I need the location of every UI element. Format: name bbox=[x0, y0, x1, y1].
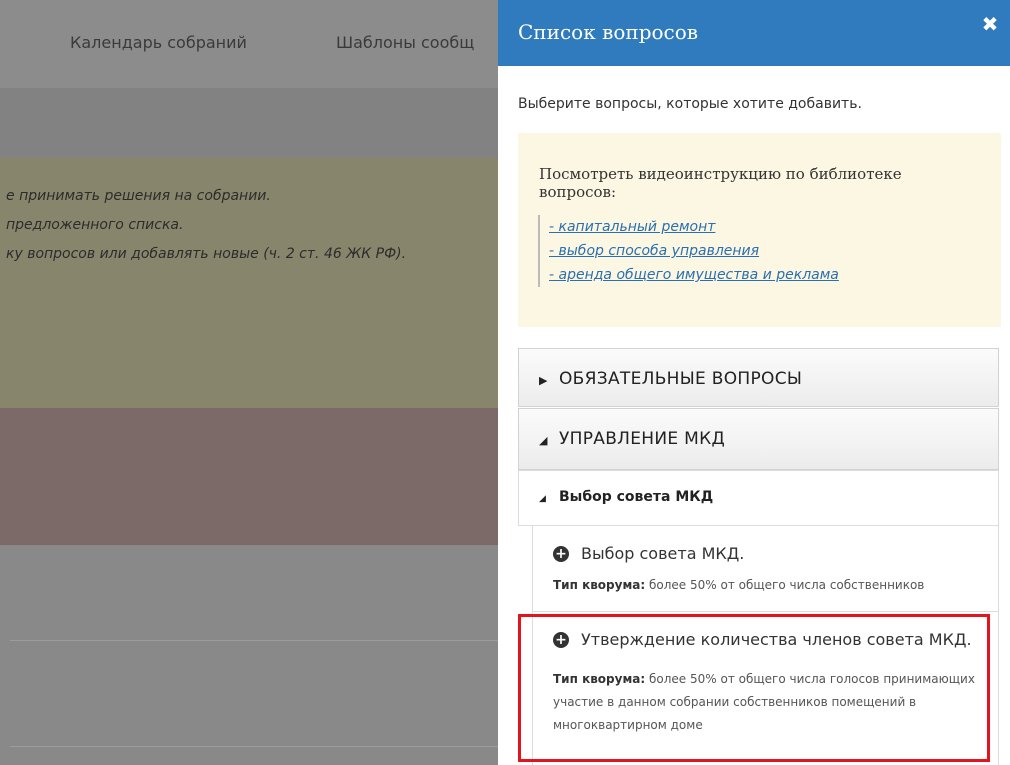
accordion-label: ▶ ОБЯЗАТЕЛЬНЫЕ ВОПРОСЫ bbox=[539, 369, 802, 389]
caret-right-icon: ▶ bbox=[539, 374, 548, 387]
accordion-mandatory-questions[interactable]: ▶ ОБЯЗАТЕЛЬНЫЕ ВОПРОСЫ bbox=[518, 348, 999, 407]
subaccordion-label: ◢ Выбор совета МКД bbox=[539, 489, 713, 505]
subaccordion-label-text: Выбор совета МКД bbox=[559, 489, 714, 505]
highlight-frame bbox=[518, 614, 990, 762]
subaccordion-council-selection[interactable]: ◢ Выбор совета МКД bbox=[518, 470, 999, 526]
quorum-label: Тип кворума: bbox=[553, 578, 646, 592]
question-item: + Выбор совета МКД. Тип кворума: более 50… bbox=[532, 526, 999, 612]
video-instructions-title: Посмотреть видеоинструкцию по библиотеке… bbox=[539, 165, 902, 201]
caret-down-icon: ◢ bbox=[539, 494, 546, 504]
accordion-mkd-management[interactable]: ◢ УПРАВЛЕНИЕ МКД bbox=[518, 408, 999, 470]
plus-circle-icon: + bbox=[553, 546, 569, 562]
question-quorum: Тип кворума: более 50% от общего числа с… bbox=[553, 574, 978, 597]
info-line: ку вопросов или добавлять новые (ч. 2 ст… bbox=[6, 246, 407, 262]
video-link-management-method[interactable]: - выбор способа управления bbox=[549, 239, 839, 263]
accordion-label-text: ОБЯЗАТЕЛЬНЫЕ ВОПРОСЫ bbox=[559, 369, 803, 389]
panel-header: Список вопросов ✖ bbox=[498, 0, 1010, 66]
video-links: - капитальный ремонт - выбор способа упр… bbox=[538, 215, 839, 287]
nav-message-templates[interactable]: Шаблоны сообщ bbox=[336, 33, 474, 52]
accordion-label-text: УПРАВЛЕНИЕ МКД bbox=[559, 429, 726, 449]
close-icon[interactable]: ✖ bbox=[978, 12, 1002, 36]
panel-intro: Выберите вопросы, которые хотите добавит… bbox=[518, 96, 862, 112]
info-line: предложенного списка. bbox=[6, 217, 184, 233]
accordion-label: ◢ УПРАВЛЕНИЕ МКД bbox=[539, 429, 725, 449]
question-add-button[interactable]: + Выбор совета МКД. bbox=[553, 544, 744, 563]
quorum-text: более 50% от общего числа собственников bbox=[649, 578, 925, 592]
info-line: е принимать решения на собрании. bbox=[6, 188, 271, 204]
panel-title: Список вопросов bbox=[518, 20, 699, 44]
nav-meetings-calendar[interactable]: Календарь собраний bbox=[70, 33, 247, 52]
video-link-property-rent[interactable]: - аренда общего имущества и реклама bbox=[549, 263, 839, 287]
video-link-capital-repair[interactable]: - капитальный ремонт bbox=[549, 215, 839, 239]
video-instructions-box: Посмотреть видеоинструкцию по библиотеке… bbox=[518, 133, 1001, 327]
caret-down-icon: ◢ bbox=[539, 434, 548, 447]
question-title: Выбор совета МКД. bbox=[581, 544, 745, 563]
